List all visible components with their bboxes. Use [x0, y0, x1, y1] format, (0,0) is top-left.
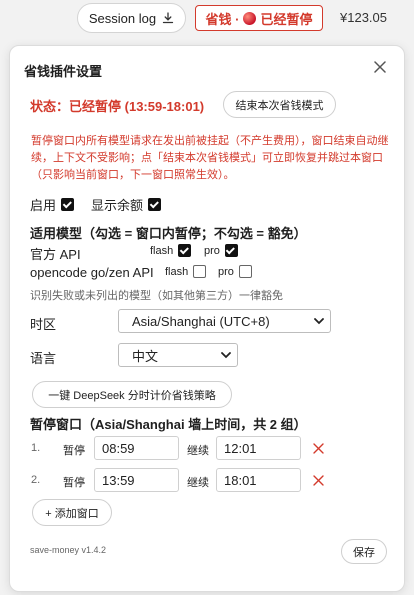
status-label: 状态：已经暂停 [30, 99, 122, 114]
provider-name: 官方 API [30, 247, 81, 262]
pause-label: 暂停 [63, 445, 85, 457]
enable-checkbox[interactable] [61, 198, 75, 211]
end-saving-mode-button[interactable]: 结束本次省钱模式 [223, 91, 336, 118]
window-start-input[interactable]: 08:59 [94, 436, 179, 460]
pro-label: pro [204, 244, 220, 257]
flash-label: flash [165, 265, 189, 278]
provider-name: opencode go/zen API [30, 265, 154, 280]
models-note: 识别失败或未列出的模型（如其他第三方）一律豁免 [30, 290, 283, 302]
language-value: 中文 [132, 348, 159, 364]
window-end-value: 12:01 [224, 440, 257, 456]
timezone-label: 时区 [30, 317, 57, 332]
enable-row: 启用 显示余额 [30, 195, 162, 214]
opencode-pro-checkbox[interactable] [238, 265, 252, 278]
provider-row-opencode: opencode go/zen API [30, 265, 154, 280]
opencode-flash-checkbox[interactable] [193, 265, 207, 278]
paused-dot-icon [243, 11, 257, 25]
deepseek-strategy-button[interactable]: 一键 DeepSeek 分时计价省钱策略 [32, 381, 232, 408]
timezone-value: Asia/Shanghai (UTC+8) [132, 313, 270, 329]
window-index: 1. [31, 442, 41, 454]
panel-title: 省钱插件设置 [24, 64, 103, 79]
chevron-down-icon [314, 318, 324, 325]
language-label: 语言 [30, 351, 57, 366]
pause-description: 暂停窗口内所有模型请求在发出前被挂起（不产生费用），窗口结束自动继续，上下文不受… [31, 135, 389, 181]
provider-official-pro: pro [204, 244, 238, 257]
balance-amount: ¥123.05 [340, 10, 387, 25]
window-start-value: 08:59 [102, 440, 135, 456]
settings-panel: 省钱插件设置 状态：已经暂停 (13:59-18:01) 结束本次省钱模式 暂停… [9, 45, 405, 592]
chevron-down-icon [221, 352, 231, 359]
close-icon[interactable] [373, 60, 387, 74]
models-title: 适用模型（勾选 = 窗口内暂停；不勾选 = 豁免） [30, 226, 307, 241]
delete-window-icon[interactable] [313, 443, 324, 454]
window-end-value: 18:01 [224, 472, 257, 488]
window-index: 2. [31, 474, 41, 486]
flash-label: flash [150, 244, 174, 257]
saving-status-chip[interactable]: 省钱 · 已经暂停 [195, 5, 323, 31]
version-text: save-money v1.4.2 [30, 545, 107, 555]
save-button[interactable]: 保存 [341, 539, 387, 564]
provider-opencode-pro: pro [218, 265, 252, 278]
download-icon [162, 12, 174, 24]
window-start-input[interactable]: 13:59 [94, 468, 179, 492]
session-log-button[interactable]: Session log [77, 3, 186, 33]
status-chip-prefix: 省钱 · [205, 11, 240, 27]
resume-label: 继续 [187, 445, 209, 457]
provider-opencode-flash: flash [165, 265, 207, 278]
status-time: (13:59-18:01) [124, 99, 205, 114]
resume-label: 继续 [187, 477, 209, 489]
top-bar: Session log 省钱 · 已经暂停 ¥123.05 [0, 0, 414, 40]
status-line: 状态：已经暂停 (13:59-18:01) [30, 96, 204, 115]
provider-official-flash: flash [150, 244, 192, 257]
timezone-select[interactable]: Asia/Shanghai (UTC+8) [118, 309, 331, 333]
delete-window-icon[interactable] [313, 475, 324, 486]
window-end-input[interactable]: 12:01 [216, 436, 301, 460]
window-end-input[interactable]: 18:01 [216, 468, 301, 492]
session-log-label: Session log [88, 10, 157, 26]
pro-label: pro [218, 265, 234, 278]
window-start-value: 13:59 [102, 472, 135, 488]
status-chip-text: 已经暂停 [260, 11, 313, 27]
official-flash-checkbox[interactable] [178, 244, 192, 257]
language-select[interactable]: 中文 [118, 343, 238, 367]
windows-title: 暂停窗口（Asia/Shanghai 墙上时间，共 2 组） [30, 417, 307, 432]
enable-label: 启用 [30, 198, 57, 213]
show-balance-checkbox[interactable] [148, 198, 162, 211]
pause-label: 暂停 [63, 477, 85, 489]
official-pro-checkbox[interactable] [224, 244, 238, 257]
show-balance-label: 显示余额 [91, 198, 144, 213]
add-window-button[interactable]: + 添加窗口 [32, 499, 112, 526]
